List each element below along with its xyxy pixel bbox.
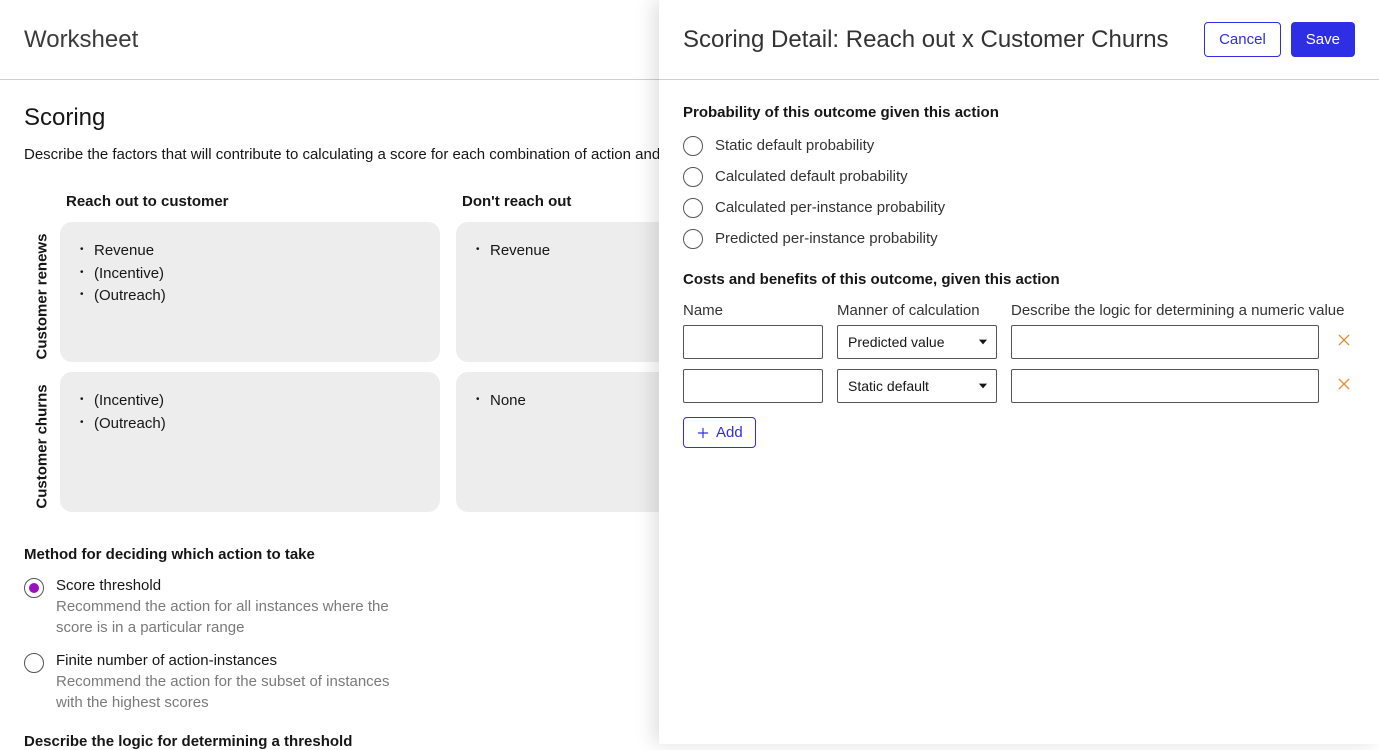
cost-row: Predicted value [683, 325, 1355, 359]
close-icon [1336, 332, 1352, 353]
cost-logic-input[interactable] [1011, 325, 1319, 359]
prob-option-static-default[interactable]: Static default probability [683, 135, 1355, 156]
add-cost-button[interactable]: Add [683, 417, 756, 448]
cost-manner-select[interactable]: Static default [837, 369, 997, 403]
matrix-row-label-churns: Customer churns [24, 371, 60, 521]
close-icon [1336, 376, 1352, 397]
cost-manner-select[interactable]: Predicted value [837, 325, 997, 359]
costs-heading: Costs and benefits of this outcome, give… [683, 271, 1355, 288]
probability-heading: Probability of this outcome given this a… [683, 104, 1355, 121]
method-label: Finite number of action-instances [56, 652, 416, 669]
prob-option-calculated-default[interactable]: Calculated default probability [683, 166, 1355, 187]
method-label: Score threshold [56, 577, 416, 594]
panel-title: Scoring Detail: Reach out x Customer Chu… [683, 26, 1169, 54]
costs-table-headers: Name Manner of calculation Describe the … [683, 302, 1355, 319]
plus-icon [696, 426, 710, 440]
matrix-row-label-renews: Customer renews [24, 221, 60, 371]
prob-option-label: Static default probability [715, 137, 874, 154]
col-header-manner: Manner of calculation [837, 302, 997, 319]
matrix-col-header-reach-out: Reach out to customer [60, 187, 440, 222]
cell-item: (Incentive) [80, 390, 420, 413]
cell-item: (Outreach) [80, 285, 420, 308]
prob-option-label: Predicted per-instance probability [715, 230, 938, 247]
method-desc: Recommend the action for the subset of i… [56, 671, 416, 713]
cancel-button[interactable]: Cancel [1204, 22, 1281, 57]
delete-row-button[interactable] [1333, 331, 1355, 353]
cost-logic-input[interactable] [1011, 369, 1319, 403]
cost-row: Static default [683, 369, 1355, 403]
cell-item: (Outreach) [80, 413, 420, 436]
chevron-down-icon [976, 335, 990, 349]
matrix-row-labels: Customer renews Customer churns [24, 221, 60, 521]
panel-header: Scoring Detail: Reach out x Customer Chu… [659, 0, 1379, 80]
prob-option-label: Calculated per-instance probability [715, 199, 945, 216]
col-header-logic: Describe the logic for determining a num… [1011, 302, 1355, 319]
delete-row-button[interactable] [1333, 375, 1355, 397]
prob-option-calculated-per-instance[interactable]: Calculated per-instance probability [683, 197, 1355, 218]
radio-icon [683, 198, 703, 218]
radio-icon [24, 578, 44, 598]
panel-body: Probability of this outcome given this a… [659, 80, 1379, 472]
cost-name-input[interactable] [683, 369, 823, 403]
radio-icon [683, 136, 703, 156]
cost-manner-value: Static default [848, 378, 929, 394]
cell-item: (Incentive) [80, 263, 420, 286]
method-desc: Recommend the action for all instances w… [56, 596, 416, 638]
cost-manner-value: Predicted value [848, 334, 945, 350]
chevron-down-icon [976, 379, 990, 393]
radio-icon [24, 653, 44, 673]
save-button[interactable]: Save [1291, 22, 1355, 57]
cost-name-input[interactable] [683, 325, 823, 359]
radio-icon [683, 167, 703, 187]
page-title: Worksheet [24, 26, 138, 54]
prob-option-predicted-per-instance[interactable]: Predicted per-instance probability [683, 228, 1355, 249]
scoring-detail-panel: Scoring Detail: Reach out x Customer Chu… [659, 0, 1379, 744]
radio-icon [683, 229, 703, 249]
prob-option-label: Calculated default probability [715, 168, 908, 185]
col-header-name: Name [683, 302, 823, 319]
matrix-cell-reach-out-renews[interactable]: Revenue (Incentive) (Outreach) [60, 222, 440, 362]
matrix-cell-reach-out-churns[interactable]: (Incentive) (Outreach) [60, 372, 440, 512]
add-label: Add [716, 424, 743, 441]
cell-item: Revenue [80, 240, 420, 263]
